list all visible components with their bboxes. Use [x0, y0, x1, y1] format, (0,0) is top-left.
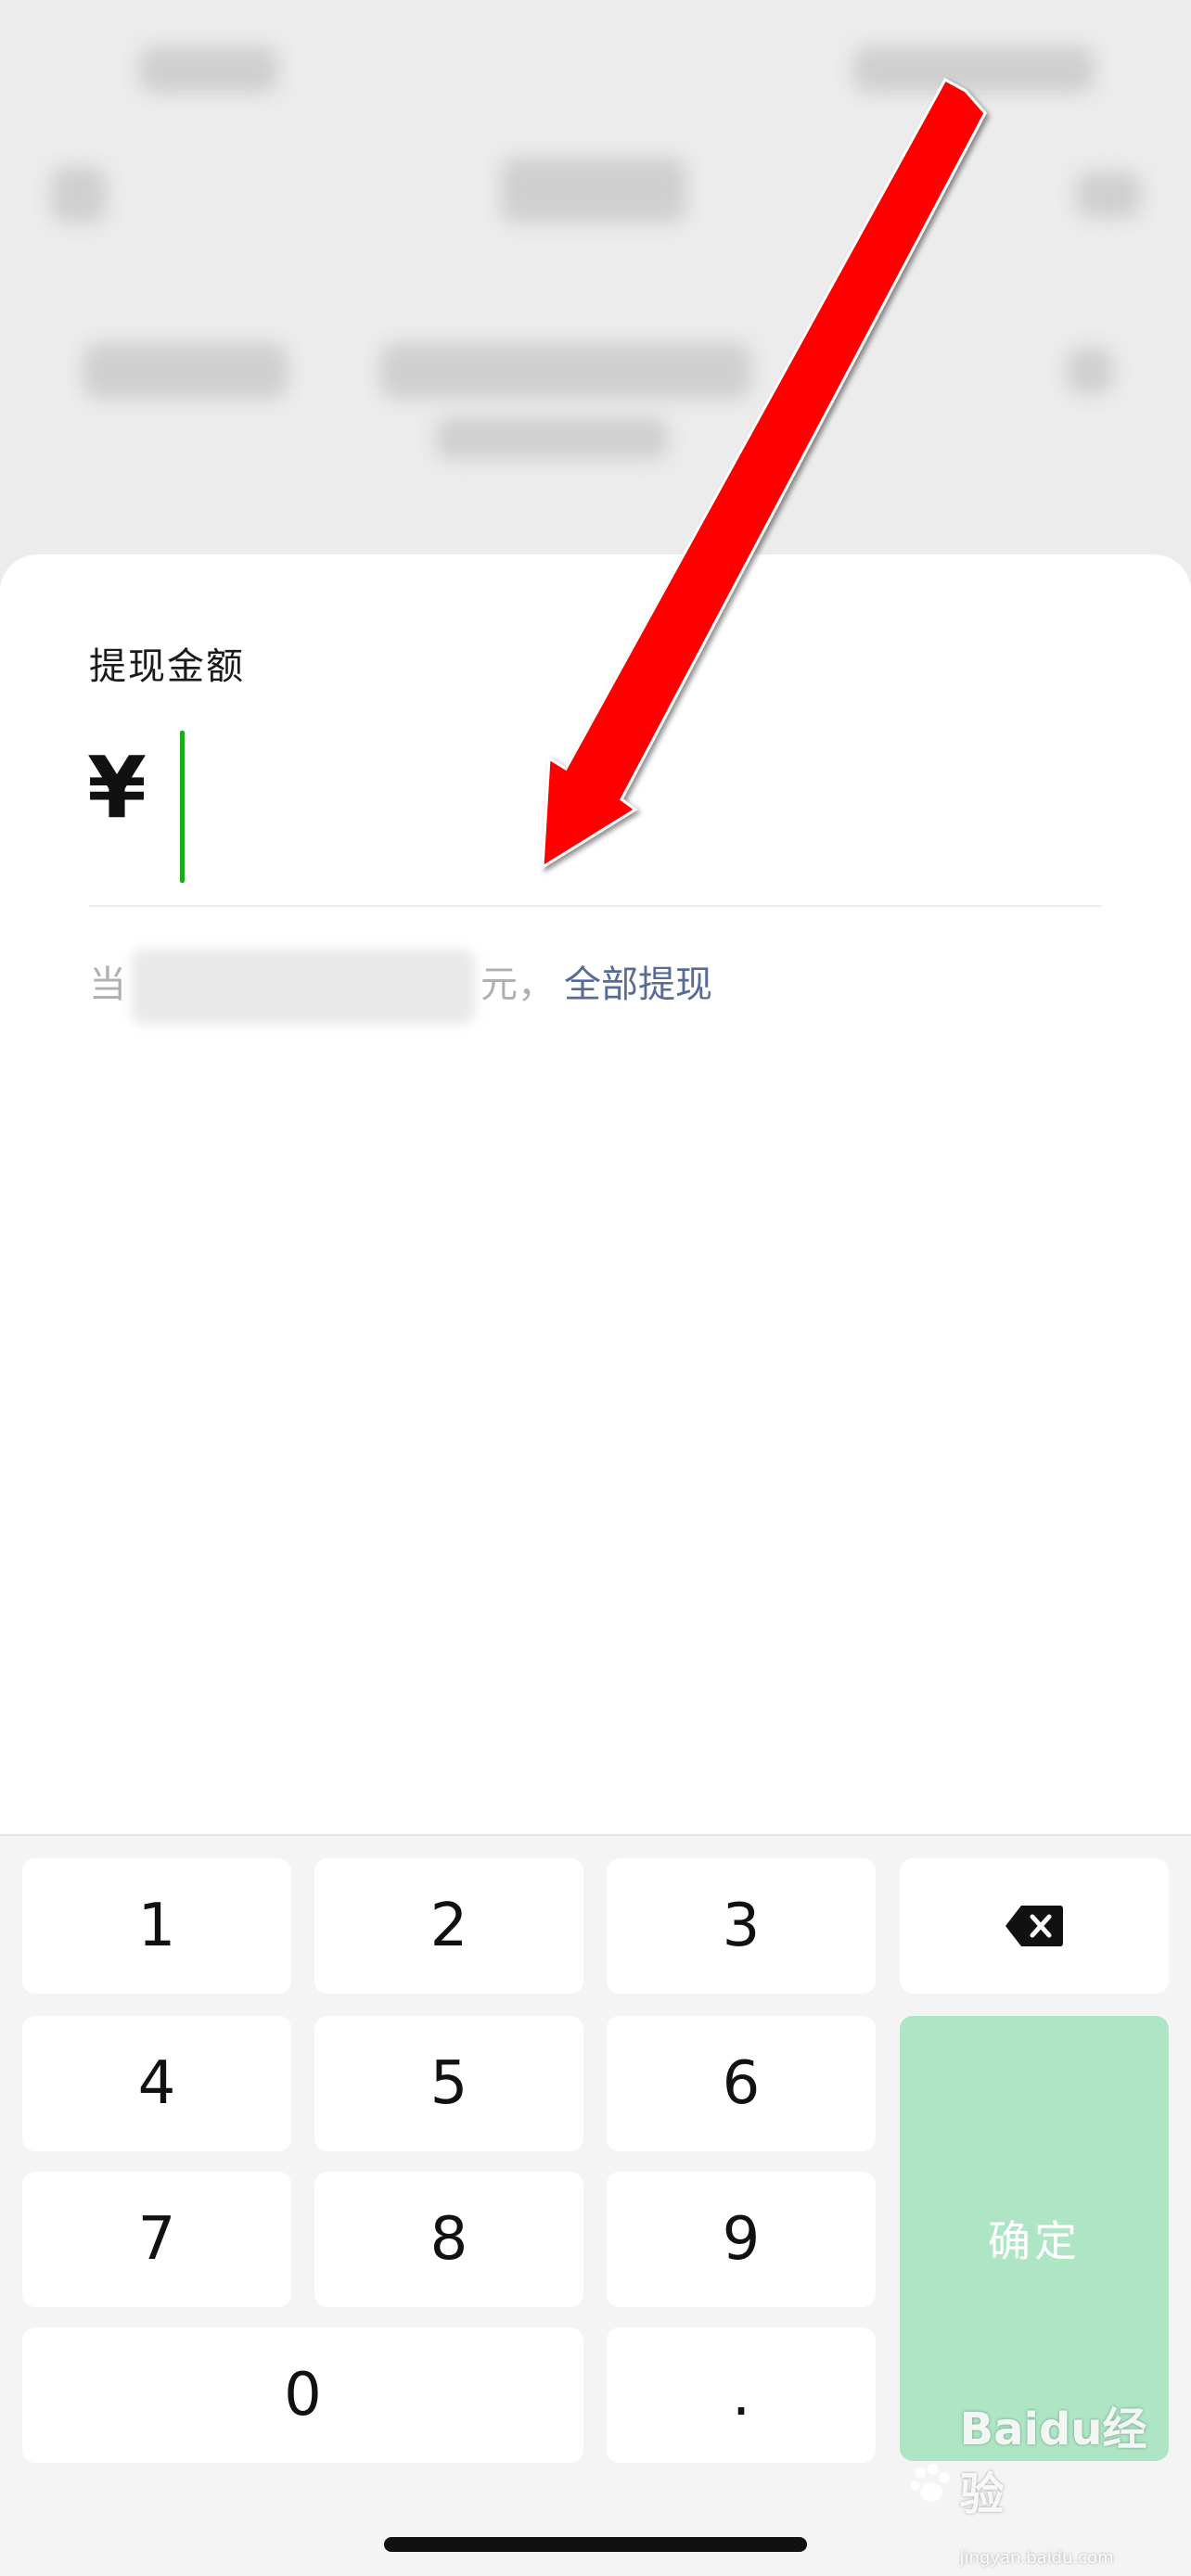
balance-suffix: 元，	[480, 963, 555, 1006]
home-indicator[interactable]	[384, 2537, 807, 2552]
baidu-watermark: Baidu经验 jingyan.baidu.com	[909, 2404, 1159, 2568]
watermark-site: jingyan.baidu.com	[959, 2548, 1114, 2568]
key-decimal[interactable]: .	[607, 2327, 876, 2463]
withdraw-all-link[interactable]: 全部提现	[564, 963, 712, 1006]
balance-redacted	[132, 950, 475, 1024]
blurred-background-page	[0, 0, 1191, 593]
key-2[interactable]: 2	[314, 1858, 583, 1994]
text-cursor	[180, 731, 185, 883]
backspace-button[interactable]	[900, 1858, 1169, 1994]
screen: 提现金额 ¥ 当元，全部提现 1 2 3 4 5 6 7 8 9 0 . 确定	[0, 0, 1191, 2576]
blurred-label	[83, 343, 288, 399]
balance-prefix: 当	[89, 963, 126, 1006]
key-3[interactable]: 3	[607, 1858, 876, 1994]
watermark-brand: Baidu	[959, 2404, 1103, 2455]
key-9[interactable]: 9	[607, 2172, 876, 2307]
blurred-back-icon	[51, 167, 107, 223]
backspace-icon	[1005, 1906, 1063, 1946]
amount-divider	[89, 905, 1102, 907]
key-6[interactable]: 6	[607, 2016, 876, 2151]
currency-symbol: ¥	[87, 738, 147, 837]
blurred-status-icons	[853, 46, 1095, 93]
blurred-status-time	[139, 46, 278, 93]
paw-logo-icon	[910, 2463, 950, 2502]
withdraw-amount-label: 提现金额	[89, 645, 245, 688]
key-8[interactable]: 8	[314, 2172, 583, 2307]
key-1[interactable]: 1	[22, 1858, 291, 1994]
blurred-chevron	[1067, 348, 1113, 394]
blurred-bank-card	[380, 343, 751, 399]
amount-input[interactable]	[176, 721, 1104, 892]
blurred-more-icon	[1076, 172, 1141, 218]
withdraw-sheet: 提现金额 ¥ 当 元， 全部提现	[0, 555, 1191, 1834]
balance-row: 当 元， 全部提现	[89, 950, 712, 1024]
watermark-text: Baidu经验 jingyan.baidu.com	[960, 2392, 1159, 2574]
key-4[interactable]: 4	[22, 2016, 291, 2151]
blurred-page-title	[501, 158, 686, 223]
key-0[interactable]: 0	[22, 2327, 583, 2463]
blurred-bank-card-sub	[436, 417, 668, 459]
key-7[interactable]: 7	[22, 2172, 291, 2307]
key-5[interactable]: 5	[314, 2016, 583, 2151]
